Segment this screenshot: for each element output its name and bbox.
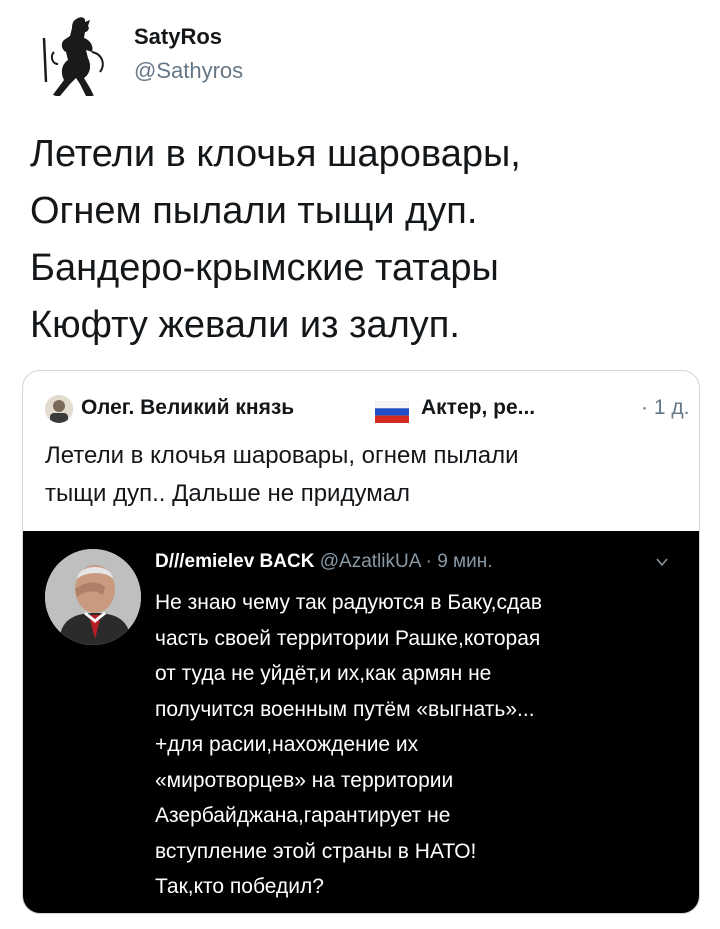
embedded-text-line: вступление этой страны в НАТО! — [155, 839, 477, 863]
tweet-text-line: Кюфту жевали из залуп. — [30, 304, 460, 346]
embedded-text-line: часть своей территории Рашке,которая — [155, 626, 541, 650]
embedded-author-name: D///emielev BACK — [155, 551, 315, 572]
satyr-drawing-icon — [30, 12, 118, 100]
embedded-author-avatar — [45, 549, 141, 645]
embedded-text-line: получится военным путём «выгнать»... — [155, 697, 535, 721]
person-photo-icon — [45, 549, 141, 645]
embedded-text-line: +для расии,нахождение их — [155, 733, 419, 756]
quoted-text-line: Летели в клочья шаровары, огнем пылали — [45, 442, 519, 469]
tweet-text-line: Бандеро-крымские татары — [30, 247, 499, 289]
embedded-text-line: Так,кто победил? — [155, 875, 324, 898]
embedded-text-line: от туда не уйдёт,и их,как армян не — [155, 662, 492, 685]
embedded-text-line: «миротворцев» на территории — [155, 768, 454, 792]
quoted-author-name-suffix: Актер, ре... — [421, 396, 536, 419]
quoted-text-line: тыщи дуп.. Дальше не придумал — [45, 480, 411, 507]
quoted-author-avatar[interactable] — [45, 395, 73, 423]
embedded-header: D///emielev BACK @AzatlikUA · 9 мин. — [155, 551, 493, 573]
tweet-header: SatyRos @Sathyros — [30, 12, 690, 102]
embedded-text: Не знаю чему так радуются в Баку,сдав ча… — [155, 585, 675, 905]
author-name[interactable]: SatyRos — [134, 24, 222, 50]
russia-flag-icon — [375, 401, 409, 423]
embedded-text-line: Не знаю чему так радуются в Баку,сдав — [155, 591, 543, 614]
quoted-author-name[interactable]: Олег. Великий князь — [81, 396, 294, 420]
author-handle[interactable]: @Sathyros — [134, 58, 243, 84]
quoted-tweet-header: Олег. Великий князь Актер, ре... · 1 д. — [45, 391, 689, 425]
quoted-tweet-time[interactable]: · 1 д. — [641, 396, 689, 420]
chevron-down-icon — [656, 558, 668, 567]
tweet-text: Летели в клочья шаровары, Огнем пылали т… — [30, 126, 690, 354]
tweet-text-line: Летели в клочья шаровары, — [30, 133, 521, 175]
embedded-author-meta: @AzatlikUA · 9 мин. — [319, 551, 493, 572]
quoted-tweet-text: Летели в клочья шаровары, огнем пылали т… — [45, 437, 685, 513]
quoted-tweet-card[interactable]: Олег. Великий князь Актер, ре... · 1 д. … — [22, 370, 700, 914]
author-avatar[interactable] — [30, 12, 118, 100]
person-photo-icon — [45, 395, 73, 423]
embedded-screenshot[interactable]: D///emielev BACK @AzatlikUA · 9 мин. Не … — [23, 531, 699, 913]
tweet-text-line: Огнем пылали тыщи дуп. — [30, 190, 478, 232]
embedded-text-line: Азербайджана,гарантирует не — [155, 804, 451, 827]
